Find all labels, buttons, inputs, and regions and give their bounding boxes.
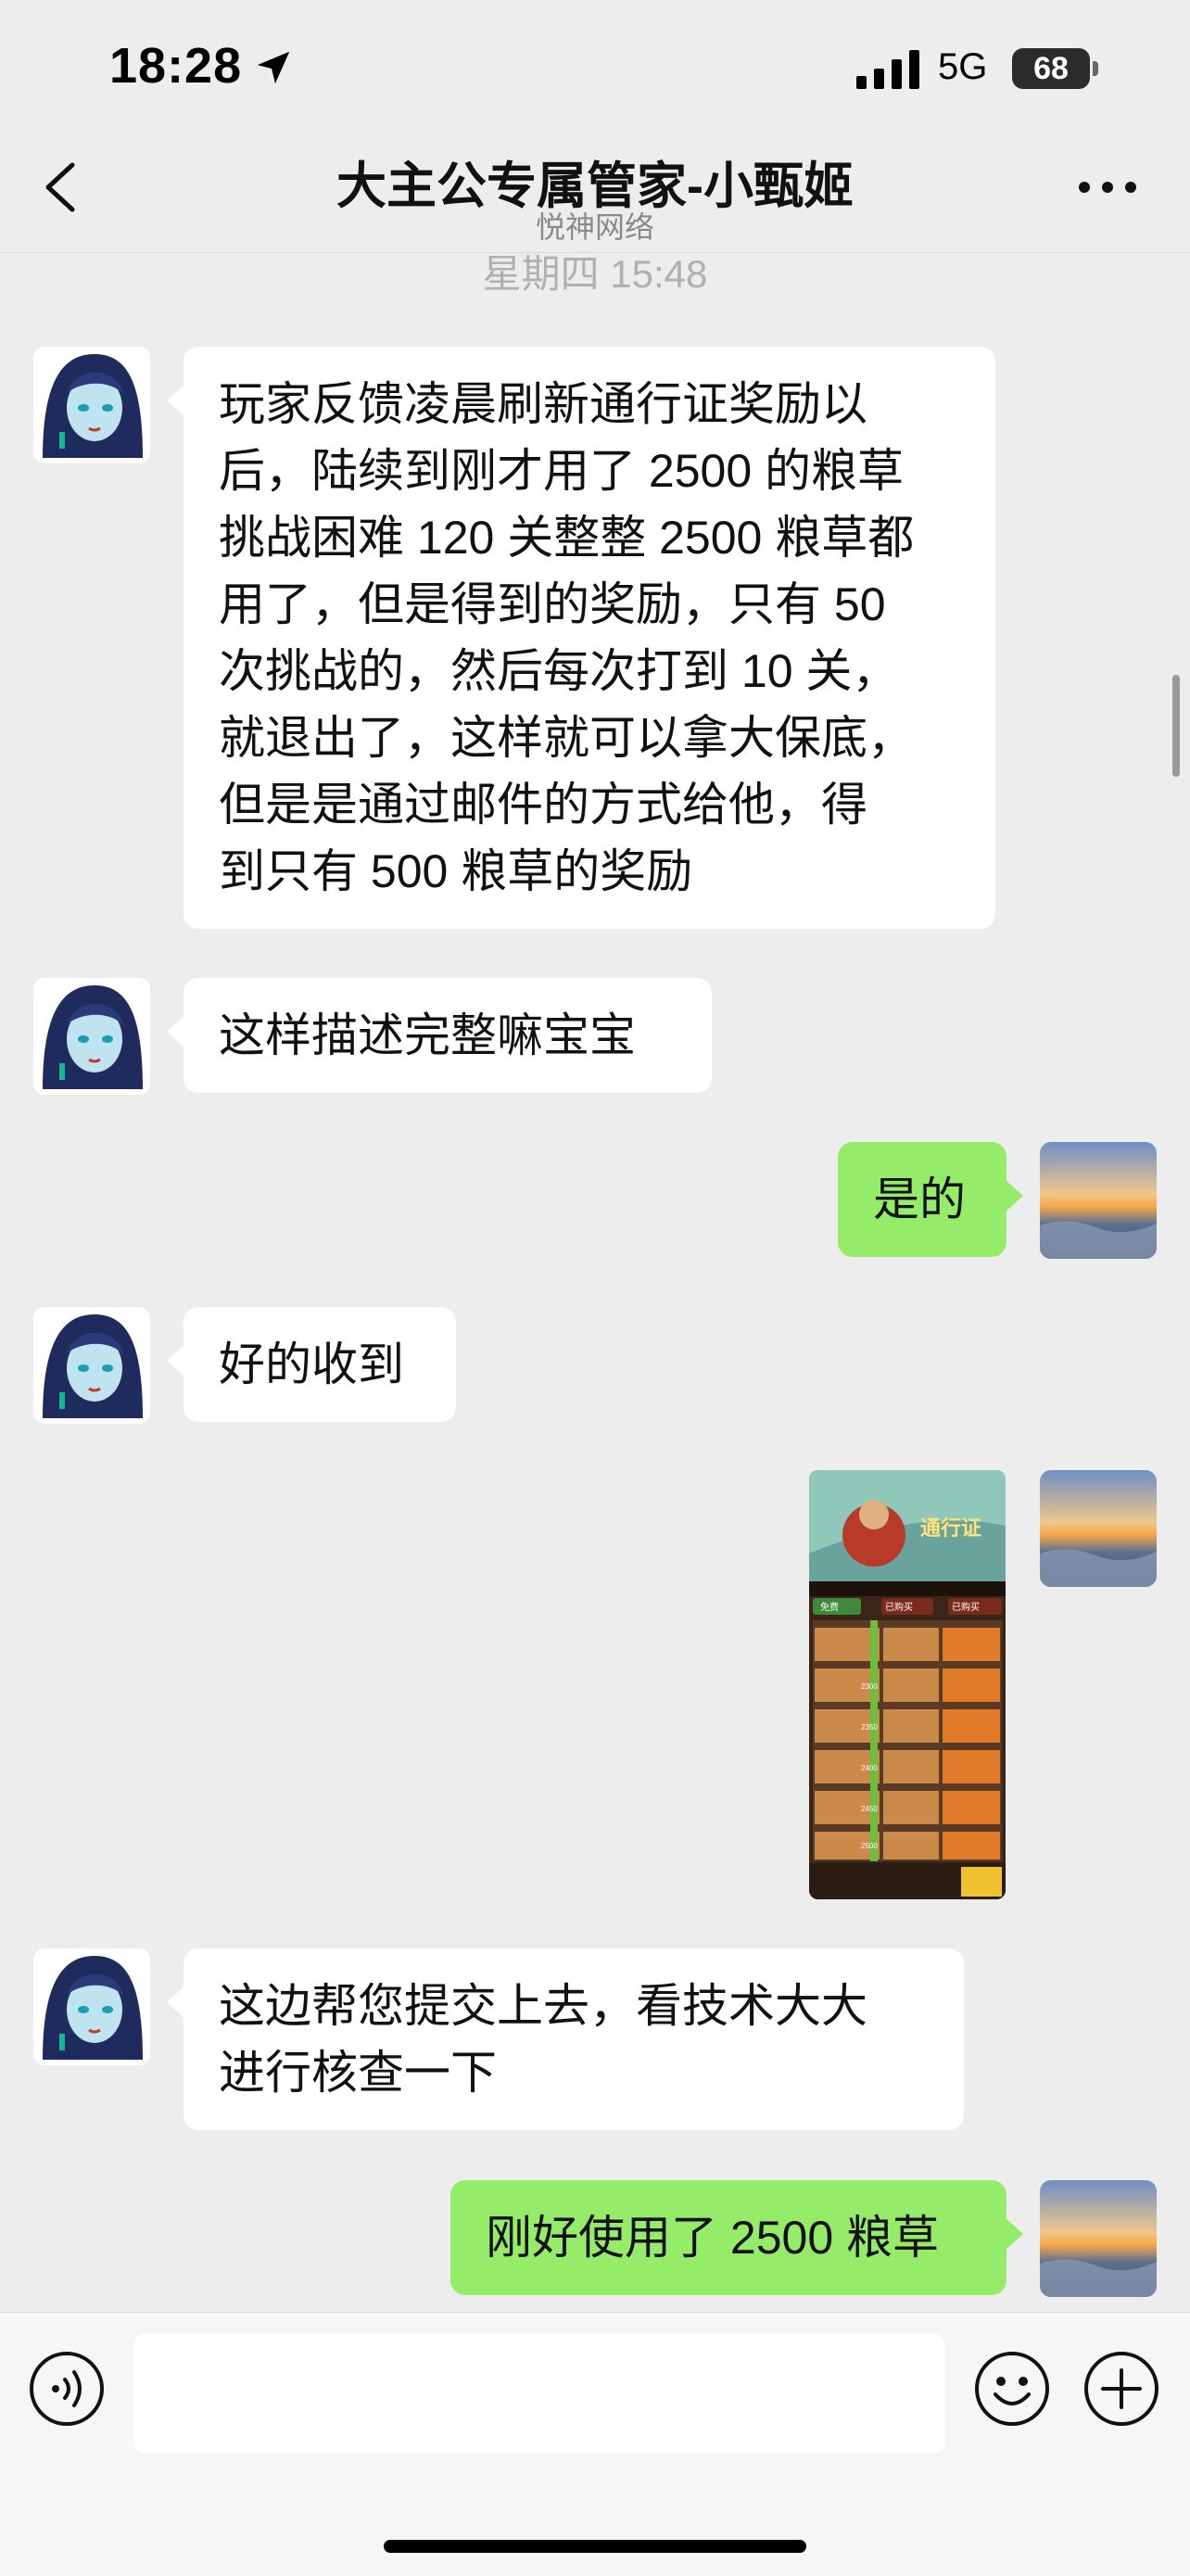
battery-level: 68: [1033, 51, 1069, 86]
tab-purchased-1: 已购买: [885, 1601, 913, 1613]
status-bar: 18:28 5G 68: [0, 0, 1190, 139]
message-bubble-incoming[interactable]: 这样描述完整嘛宝宝: [167, 978, 712, 1093]
voice-icon[interactable]: [28, 2350, 106, 2428]
tab-purchased-2: 已购买: [952, 1601, 980, 1613]
nav-bar: 大主公专属管家-小甄姬 悦神网络: [0, 139, 1190, 253]
agent-avatar[interactable]: [33, 347, 150, 463]
message-bubble-outgoing[interactable]: 刚好使用了 2500 粮草: [450, 2180, 1023, 2295]
my-avatar[interactable]: [1040, 2180, 1157, 2297]
rank-label: 2350: [861, 1723, 878, 1732]
agent-avatar[interactable]: [33, 1307, 150, 1424]
location-arrow-icon: [257, 51, 290, 84]
tab-free: 免费: [820, 1601, 839, 1613]
agent-avatar[interactable]: [33, 1948, 150, 2065]
agent-avatar-image: [33, 347, 150, 463]
more-icon[interactable]: [1075, 167, 1140, 208]
message-text: 这样描述完整嘛宝宝: [219, 1009, 636, 1061]
message-text: 玩家反馈凌晨刷新通行证奖励以 后，陆续到刚才用了 2500 的粮草 挑战困难 1…: [219, 378, 915, 897]
game-pass-title: 通行证: [920, 1516, 981, 1540]
input-bar: [0, 2312, 1190, 2576]
message-bubble-outgoing[interactable]: 是的: [838, 1142, 1023, 1257]
chat-subtitle: 悦神网络: [535, 210, 654, 244]
message-bubble-incoming[interactable]: 这边帮您提交上去，看技术大大 进行核查一下: [167, 1948, 964, 2130]
message-bubble-incoming[interactable]: 好的收到: [167, 1307, 456, 1422]
rank-label: 2500: [861, 1842, 878, 1850]
my-avatar[interactable]: [1040, 1142, 1157, 1259]
signal-icon: [856, 50, 919, 89]
message-timestamp: 星期四 15:48: [482, 252, 708, 296]
agent-avatar[interactable]: [33, 978, 150, 1095]
my-avatar[interactable]: [1040, 1470, 1157, 1587]
my-avatar-image: [1040, 1470, 1157, 1587]
message-text: 刚好使用了 2500 粮草: [486, 2212, 940, 2264]
battery-nub: [1093, 61, 1098, 76]
agent-avatar-image: [33, 1307, 150, 1424]
emoji-icon[interactable]: [973, 2350, 1051, 2428]
message-bubble-incoming[interactable]: 玩家反馈凌晨刷新通行证奖励以 后，陆续到刚才用了 2500 的粮草 挑战困难 1…: [167, 347, 995, 929]
shared-image[interactable]: 通行证 免费 已购买 已购买 2300 2350 2400 2450 2500: [809, 1470, 1006, 1899]
rank-label: 2300: [861, 1682, 878, 1691]
network-type: 5G: [938, 46, 988, 87]
reward-rows: [813, 1620, 1002, 1861]
message-input[interactable]: [133, 2333, 945, 2454]
status-time: 18:28: [109, 38, 243, 94]
plus-icon[interactable]: [1082, 2350, 1160, 2428]
my-avatar-image: [1040, 1142, 1157, 1259]
agent-avatar-image: [33, 1948, 150, 2065]
message-text: 这边帮您提交上去，看技术大大 进行核查一下: [219, 1980, 867, 2099]
message-text: 好的收到: [219, 1339, 404, 1390]
my-avatar-image: [1040, 2180, 1157, 2297]
rank-label: 2400: [861, 1764, 878, 1772]
scroll-indicator[interactable]: [1172, 675, 1180, 777]
agent-avatar-image: [33, 978, 150, 1095]
home-indicator[interactable]: [384, 2540, 806, 2553]
message-text: 是的: [873, 1174, 966, 1225]
rank-label: 2450: [861, 1805, 878, 1813]
game-pass-screenshot: 通行证 免费 已购买 已购买 2300 2350 2400 2450 2500: [809, 1470, 1006, 1899]
